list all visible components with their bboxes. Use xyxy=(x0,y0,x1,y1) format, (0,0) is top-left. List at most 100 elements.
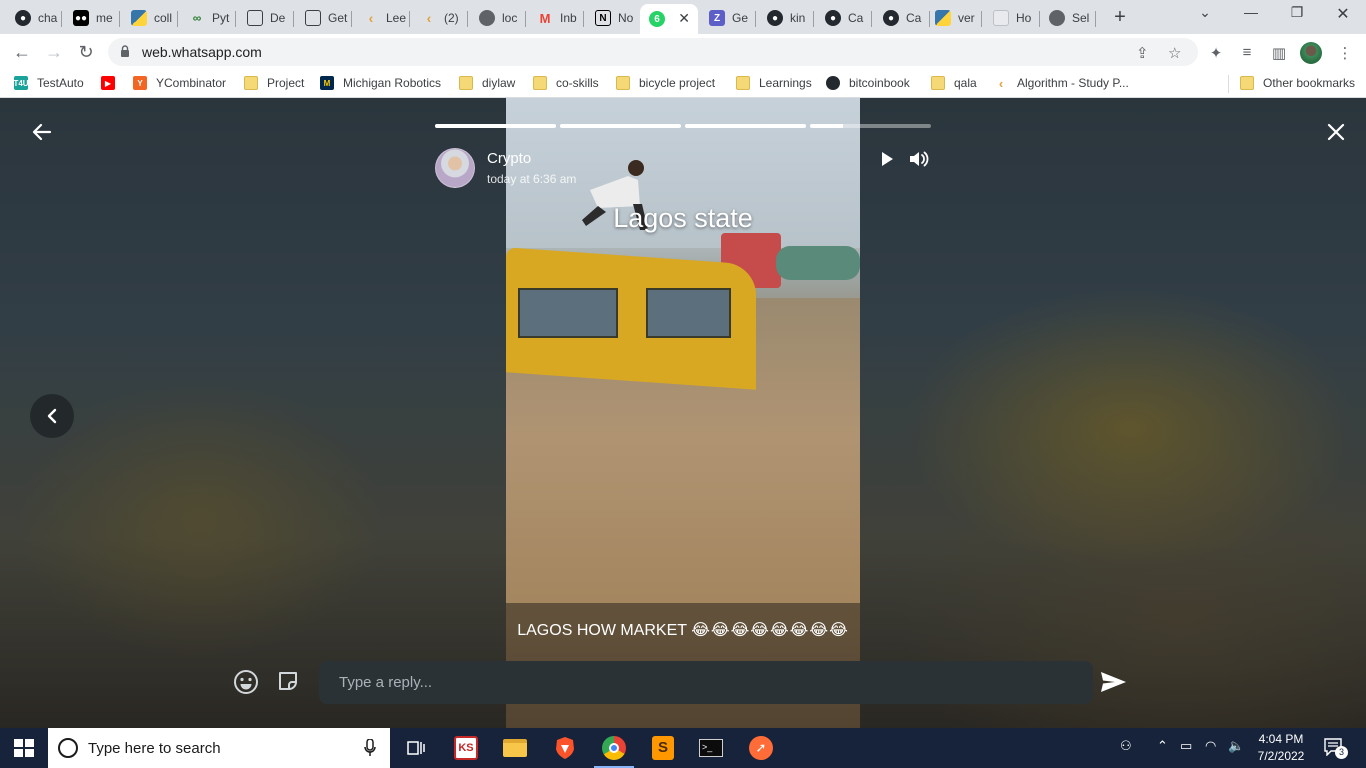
bookmark-bicycle-project[interactable]: bicycle project xyxy=(616,76,715,90)
show-hidden-icons[interactable]: ⌃ xyxy=(1157,738,1168,754)
extensions-icon[interactable]: ✦ xyxy=(1207,44,1225,62)
bookmark-testauto[interactable]: T4U TestAuto xyxy=(13,76,84,90)
side-panel-icon[interactable]: ▥ xyxy=(1270,44,1288,62)
brave-icon[interactable] xyxy=(551,734,579,762)
microphone-icon[interactable] xyxy=(364,739,376,757)
forward-icon[interactable]: → xyxy=(42,40,66,64)
folder-icon xyxy=(616,76,630,90)
close-window-icon[interactable]: ✕ xyxy=(1328,4,1358,24)
tab-18[interactable]: Ho xyxy=(984,4,1040,32)
tab-9[interactable]: loc xyxy=(470,4,526,32)
unread-badge: 6 xyxy=(654,13,660,25)
file-explorer-icon[interactable] xyxy=(501,734,529,762)
gmail-icon: M xyxy=(539,10,551,26)
tab-10[interactable]: M Inb xyxy=(528,4,584,32)
task-view-icon[interactable] xyxy=(402,734,430,762)
bookmark-ycombinator[interactable]: Y YCombinator xyxy=(133,76,226,90)
tab-search-icon[interactable]: ⌄ xyxy=(1190,4,1220,21)
tab-7[interactable]: ‹ Lee xyxy=(354,4,410,32)
volume-icon[interactable] xyxy=(908,149,930,169)
profile-avatar[interactable] xyxy=(1300,42,1322,64)
play-icon[interactable] xyxy=(878,150,896,168)
new-tab-button[interactable]: + xyxy=(1108,6,1132,29)
tab-11[interactable]: N No xyxy=(586,4,642,32)
tab-whatsapp-active[interactable]: 6 ✕ xyxy=(640,4,698,34)
bookmark-label: co-skills xyxy=(556,76,599,90)
taskbar-search[interactable]: Type here to search xyxy=(48,728,390,768)
chrome-icon[interactable] xyxy=(594,734,634,768)
people-icon[interactable]: ⚇ xyxy=(1120,738,1132,754)
reply-bar xyxy=(0,658,1366,708)
bookmark-star-icon[interactable]: ☆ xyxy=(1168,44,1181,62)
bookmark-bitcoinbook[interactable]: bitcoinbook xyxy=(826,76,910,90)
bookmark-qala[interactable]: qala xyxy=(931,76,977,90)
windows-start-icon[interactable] xyxy=(14,739,34,757)
folder-icon xyxy=(459,76,473,90)
reply-box[interactable] xyxy=(319,661,1093,704)
tab-label: (2) xyxy=(444,11,459,25)
wifi-icon[interactable]: ◠ xyxy=(1205,738,1216,754)
send-icon[interactable] xyxy=(1100,670,1127,694)
leetcode-icon: ‹ xyxy=(368,10,374,26)
volume-tray-icon[interactable]: 🔈 xyxy=(1228,738,1244,754)
tab-label: Get xyxy=(328,11,348,25)
postman-icon[interactable]: ➚ xyxy=(747,734,775,762)
restore-icon[interactable]: ❐ xyxy=(1282,4,1312,21)
search-icon xyxy=(58,738,78,758)
tab-16[interactable]: ● Ca xyxy=(874,4,930,32)
reload-icon[interactable]: ↻ xyxy=(74,40,98,64)
bookmark-project[interactable]: Project xyxy=(244,76,304,90)
sublime-icon[interactable]: S xyxy=(649,734,677,762)
tab-14[interactable]: ● kin xyxy=(758,4,814,32)
contact-avatar[interactable] xyxy=(435,148,475,188)
close-tab-icon[interactable]: ✕ xyxy=(678,10,690,27)
tab-13[interactable]: Z Ge xyxy=(700,4,756,32)
menu-icon[interactable]: ⋮ xyxy=(1336,44,1354,62)
tab-8[interactable]: ‹ (2) xyxy=(412,4,468,32)
close-icon[interactable] xyxy=(1324,120,1348,144)
battery-icon[interactable]: ▭ xyxy=(1180,738,1192,754)
bookmark-label: Michigan Robotics xyxy=(343,76,442,90)
tab-6[interactable]: Get xyxy=(296,4,352,32)
address-bar[interactable]: web.whatsapp.com ⇪ ☆ xyxy=(108,38,1198,66)
previous-status-button[interactable] xyxy=(30,394,74,438)
tab-19[interactable]: Sel xyxy=(1040,4,1096,32)
progress-segment-2 xyxy=(560,124,681,128)
tab-label: Inb xyxy=(560,11,577,25)
minimize-icon[interactable]: — xyxy=(1236,4,1266,20)
tab-2[interactable]: ●● me xyxy=(64,4,120,32)
bookmark-youtube[interactable]: ▶ xyxy=(101,76,124,90)
tab-15[interactable]: ● Ca xyxy=(816,4,872,32)
bookmark-learnings[interactable]: Learnings xyxy=(736,76,812,90)
bookmark-other[interactable]: Other bookmarks xyxy=(1240,76,1355,90)
system-clock[interactable]: 4:04 PM 7/2/2022 xyxy=(1252,731,1310,765)
z-icon: Z xyxy=(709,10,725,26)
contact-name[interactable]: Crypto xyxy=(487,150,531,167)
bookmark-michigan-robotics[interactable]: M Michigan Robotics xyxy=(320,76,441,90)
bookmark-label: Learnings xyxy=(759,76,812,90)
terminal-icon[interactable]: >_ xyxy=(697,734,725,762)
emoji-icon[interactable] xyxy=(233,669,259,695)
reply-input[interactable] xyxy=(319,661,1093,704)
share-icon[interactable]: ⇪ xyxy=(1136,44,1149,62)
app-icon[interactable]: KS xyxy=(452,734,480,762)
tab-4[interactable]: ∞ Pyt xyxy=(180,4,236,32)
tab-1[interactable]: ● cha xyxy=(6,4,62,32)
status-caption: LAGOS HOW MARKET 😂😂😂😂😂😂😂😂 xyxy=(380,620,986,640)
taskbar: Type here to search KS S >_ ➚ ⚇ ⌃ ▭ ◠ 🔈 … xyxy=(0,728,1366,768)
bookmark-label: Other bookmarks xyxy=(1263,76,1356,90)
back-arrow-icon[interactable] xyxy=(30,120,54,144)
tab-3[interactable]: coll xyxy=(122,4,178,32)
messenger-icon xyxy=(993,10,1009,26)
sticker-icon[interactable] xyxy=(276,669,300,693)
notification-center-icon[interactable]: 3 xyxy=(1324,738,1348,759)
bookmark-co-skills[interactable]: co-skills xyxy=(533,76,599,90)
tab-5[interactable]: De xyxy=(238,4,294,32)
url-text: web.whatsapp.com xyxy=(142,44,262,60)
bookmark-algorithm[interactable]: ‹ Algorithm - Study P... xyxy=(994,76,1129,91)
media-control-icon[interactable]: ≡ xyxy=(1238,44,1256,62)
bookmark-label: qala xyxy=(954,76,977,90)
bookmark-diylaw[interactable]: diylaw xyxy=(459,76,515,90)
back-icon[interactable]: ← xyxy=(10,40,34,64)
tab-17[interactable]: ver xyxy=(926,4,982,32)
